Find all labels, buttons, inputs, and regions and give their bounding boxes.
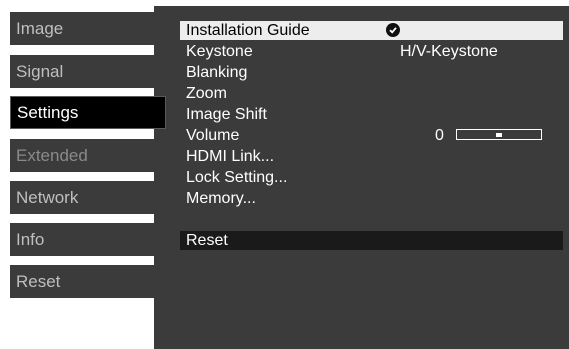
tab-label: Signal [16,61,64,81]
menu-item-label: Volume [186,127,240,144]
tab-label: Reset [16,271,61,291]
tab-network[interactable]: Network [10,181,158,214]
tab-settings[interactable]: Settings [10,96,166,129]
menu-item-blanking[interactable]: Blanking [180,63,563,82]
tab-label: Image [16,18,64,38]
menu-item-label: Memory... [186,190,256,207]
menu-item-zoom[interactable]: Zoom [180,84,563,103]
keystone-value: H/V-Keystone [400,43,498,60]
menu-item-label: Blanking [186,64,248,81]
menu-item-label: Keystone [186,43,253,60]
check-circle-icon [386,23,400,37]
projector-menu-screen: Image Signal Settings Extended Network I… [0,0,569,349]
menu-item-hdmi-link[interactable]: HDMI Link... [180,147,563,166]
tab-image[interactable]: Image [10,12,158,45]
menu-item-lock-setting[interactable]: Lock Setting... [180,168,563,187]
menu-item-volume[interactable]: Volume 0 [180,126,563,145]
menu-item-label: Image Shift [186,106,267,123]
menu-item-label: Lock Setting... [186,169,288,186]
menu-item-label: Reset [186,232,228,249]
tab-info[interactable]: Info [10,223,158,256]
volume-slider-knob[interactable] [496,133,502,137]
tab-signal[interactable]: Signal [10,55,158,88]
menu-item-memory[interactable]: Memory... [180,189,563,208]
tab-label: Settings [17,102,79,122]
tab-reset[interactable]: Reset [10,265,158,298]
volume-value: 0 [435,127,444,144]
tab-label: Network [16,187,79,207]
menu-item-image-shift[interactable]: Image Shift [180,105,563,124]
tab-label: Info [16,229,45,249]
menu-item-installation-guide[interactable]: Installation Guide [180,21,563,40]
menu-item-keystone[interactable]: Keystone H/V-Keystone [180,42,563,61]
menu-item-reset[interactable]: Reset [180,231,563,250]
tab-label: Extended [16,145,88,165]
volume-slider[interactable] [456,129,542,140]
tab-extended[interactable]: Extended [10,139,158,172]
menu-item-label: Zoom [186,85,227,102]
menu-item-label: Installation Guide [186,22,310,39]
menu-item-label: HDMI Link... [186,148,275,165]
